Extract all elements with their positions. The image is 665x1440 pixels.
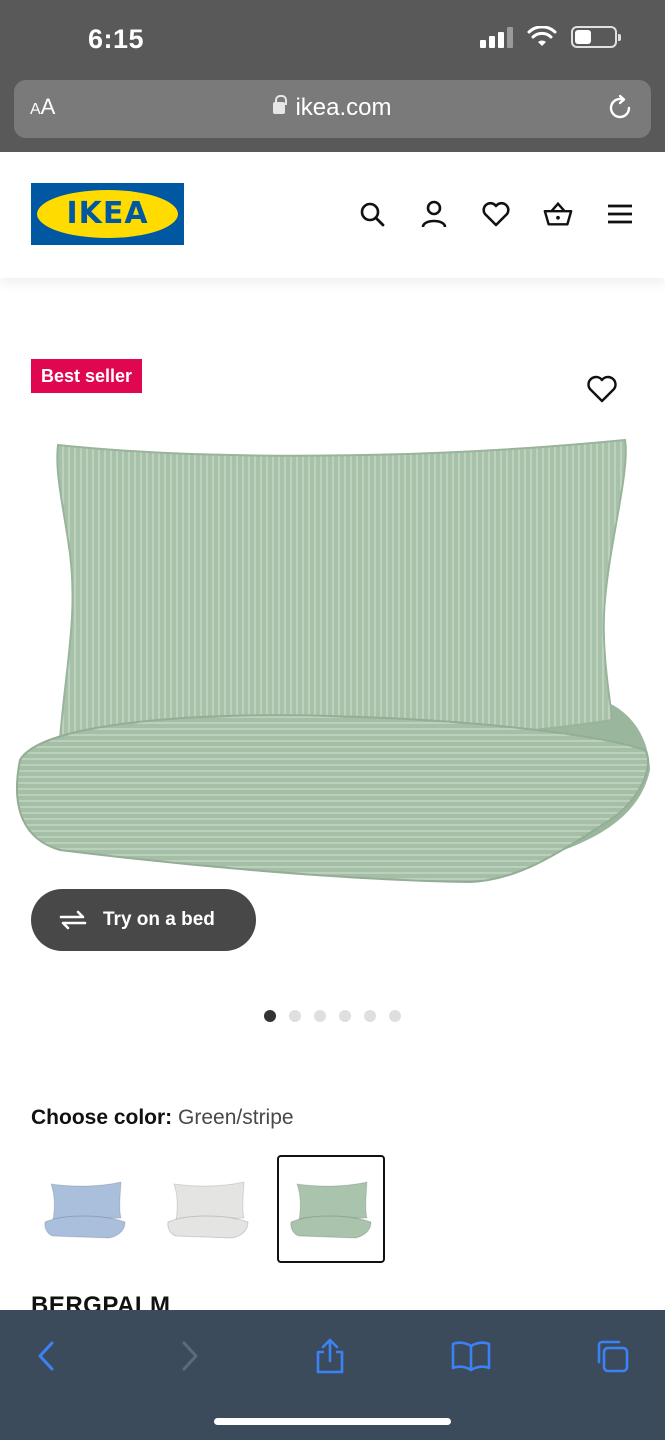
wishlist-heart-icon[interactable] [586, 373, 618, 405]
address-bar[interactable]: AA ikea.com [14, 80, 651, 138]
tabs-icon[interactable] [592, 1336, 632, 1376]
color-swatches [31, 1155, 385, 1263]
reload-icon[interactable] [605, 93, 635, 123]
basket-icon[interactable] [543, 198, 573, 230]
battery-icon [571, 26, 621, 48]
url-display[interactable]: ikea.com [14, 94, 651, 122]
browser-chrome: 6:15 AA ikea.com [0, 0, 665, 152]
color-swatch[interactable] [277, 1155, 385, 1263]
bookmarks-icon[interactable] [451, 1336, 491, 1376]
back-icon[interactable] [26, 1336, 66, 1376]
status-icons [480, 26, 621, 48]
pillow [56, 438, 627, 746]
try-on-bed-label: Try on a bed [103, 909, 215, 930]
carousel-dot[interactable] [364, 1010, 376, 1022]
url-text: ikea.com [295, 94, 392, 121]
account-icon[interactable] [419, 198, 449, 230]
carousel-dot[interactable] [314, 1010, 326, 1022]
color-swatch[interactable] [154, 1155, 262, 1263]
forward-icon[interactable] [170, 1336, 210, 1376]
carousel-dot[interactable] [389, 1010, 401, 1022]
swap-icon [59, 910, 87, 930]
wifi-icon [527, 26, 557, 46]
site-header: IKEA [0, 152, 665, 278]
choose-color: Choose color: Green/stripe [31, 1106, 294, 1130]
search-icon[interactable] [357, 198, 387, 230]
status-time: 6:15 [88, 24, 145, 54]
share-icon[interactable] [310, 1336, 350, 1376]
try-on-bed-button[interactable]: Try on a bed [31, 889, 256, 951]
carousel-dot[interactable] [264, 1010, 276, 1022]
choose-color-label: Choose color: [31, 1106, 173, 1129]
menu-icon[interactable] [605, 198, 635, 230]
image-carousel-dots [264, 1010, 401, 1022]
header-icons [357, 198, 635, 230]
lock-icon [273, 95, 288, 114]
home-indicator[interactable] [214, 1418, 451, 1425]
logo-text: IKEA [66, 196, 149, 231]
color-swatch[interactable] [31, 1155, 139, 1263]
carousel-dot[interactable] [339, 1010, 351, 1022]
cellular-signal-icon [480, 26, 513, 48]
ikea-logo[interactable]: IKEA [31, 183, 184, 245]
best-seller-badge: Best seller [31, 359, 143, 393]
heart-icon[interactable] [481, 198, 511, 230]
duvet [15, 714, 650, 884]
carousel-dot[interactable] [289, 1010, 301, 1022]
swatch-thumbnail [290, 1181, 372, 1239]
swatch-thumbnail [44, 1181, 126, 1239]
selected-color-value: Green/stripe [178, 1106, 294, 1129]
swatch-thumbnail [167, 1181, 249, 1239]
product-image[interactable] [0, 420, 665, 900]
